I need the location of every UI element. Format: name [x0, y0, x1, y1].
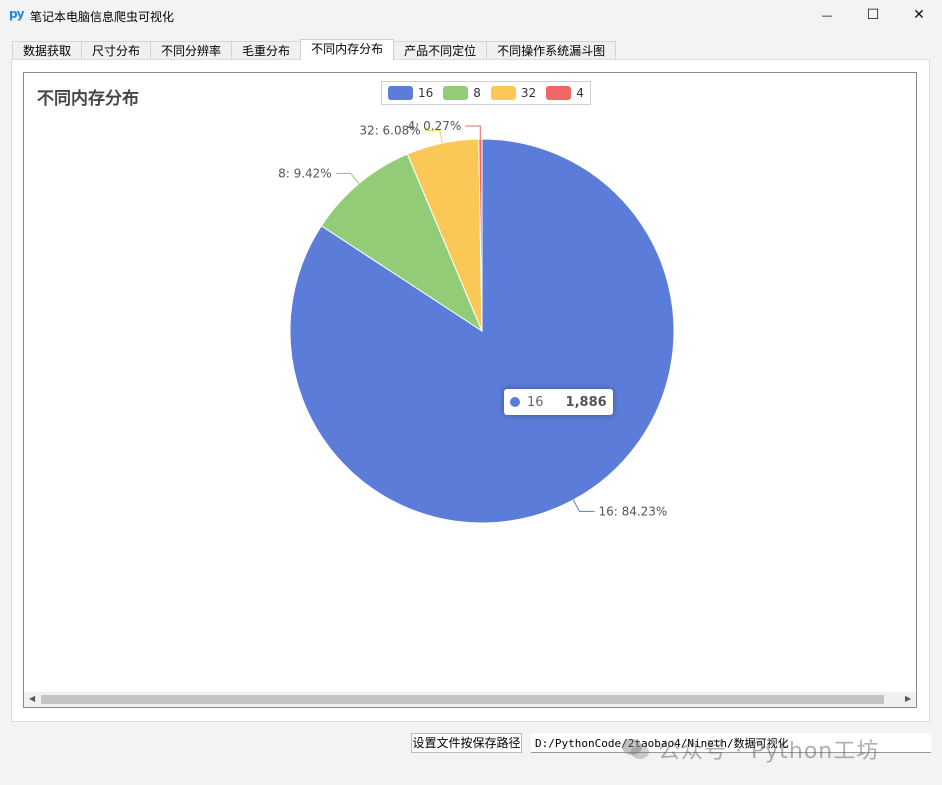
chart-view: 16: 84.23% 8: 9.42% 32: 6.08% 4: 0.27% 不同内存…	[23, 72, 917, 708]
tab-resolution[interactable]: 不同分辨率	[150, 41, 233, 60]
legend-swatch-32	[490, 86, 516, 100]
maximize-button[interactable]: ☐	[850, 0, 896, 30]
pie-chart: 16: 84.23%8: 9.42%32: 6.08%4: 0.27%	[278, 119, 675, 524]
wechat-icon	[622, 739, 649, 759]
legend-item-8[interactable]: 8	[443, 86, 481, 100]
set-save-path-button[interactable]: 设置文件按保存路径	[411, 733, 522, 753]
leader-line-8	[335, 173, 360, 184]
watermark-text: 公众号 · Python工坊	[658, 739, 880, 764]
tab-data-fetch[interactable]: 数据获取	[12, 41, 83, 60]
tab-memory-distribution[interactable]: 不同内存分布	[300, 39, 395, 60]
tab-product-positioning[interactable]: 产品不同定位	[393, 41, 488, 60]
close-button[interactable]: ✕	[896, 0, 942, 30]
horizontal-scrollbar[interactable]: ◀ ▶	[24, 692, 916, 707]
leader-line-16	[572, 499, 595, 512]
legend-label-16: 16	[418, 86, 434, 100]
legend-label-4: 4	[576, 86, 584, 100]
legend-label-8: 8	[473, 86, 481, 100]
slice-label-4: 4: 0.27%	[408, 119, 462, 133]
chart-tooltip: 16 1,886	[504, 389, 613, 415]
title-bar: py 笔记本电脑信息爬虫可视化 — ☐ ✕	[0, 0, 942, 32]
app-icon: py	[9, 7, 24, 21]
tooltip-series-name: 16	[527, 394, 544, 410]
window-title: 笔记本电脑信息爬虫可视化	[30, 10, 175, 24]
legend-swatch-4	[546, 86, 572, 100]
legend-item-4[interactable]: 4	[546, 86, 584, 100]
minimize-button[interactable]: —	[804, 0, 850, 30]
legend-swatch-16	[388, 86, 413, 100]
tab-os-funnel[interactable]: 不同操作系统漏斗图	[486, 41, 617, 60]
maximize-icon: ☐	[866, 7, 880, 23]
legend-item-32[interactable]: 32	[490, 86, 537, 100]
tab-size-distribution[interactable]: 尺寸分布	[81, 41, 152, 60]
scroll-left-arrow-icon[interactable]: ◀	[29, 694, 35, 703]
scroll-thumb[interactable]	[41, 695, 884, 704]
watermark: 公众号 · Python工坊	[620, 733, 879, 765]
chart-title: 不同内存分布	[37, 89, 139, 109]
close-icon: ✕	[913, 7, 925, 23]
scroll-right-arrow-icon[interactable]: ▶	[905, 694, 911, 703]
legend-item-16[interactable]: 16	[388, 86, 433, 100]
tab-weight-distribution[interactable]: 毛重分布	[231, 41, 302, 60]
slice-label-16: 16: 84.23%	[598, 504, 667, 518]
minimize-icon: —	[821, 8, 833, 22]
leader-line-4	[465, 125, 481, 140]
chart-legend: 16 8 32 4	[381, 81, 591, 105]
slice-label-8: 8: 9.42%	[278, 167, 332, 181]
tooltip-value: 1,886	[565, 394, 607, 410]
legend-label-32: 32	[520, 86, 537, 100]
tooltip-marker	[510, 397, 520, 407]
tab-bar: 数据获取 尺寸分布 不同分辨率 毛重分布 不同内存分布 产品不同定位 不同操作系…	[12, 39, 617, 60]
legend-swatch-8	[443, 86, 469, 100]
